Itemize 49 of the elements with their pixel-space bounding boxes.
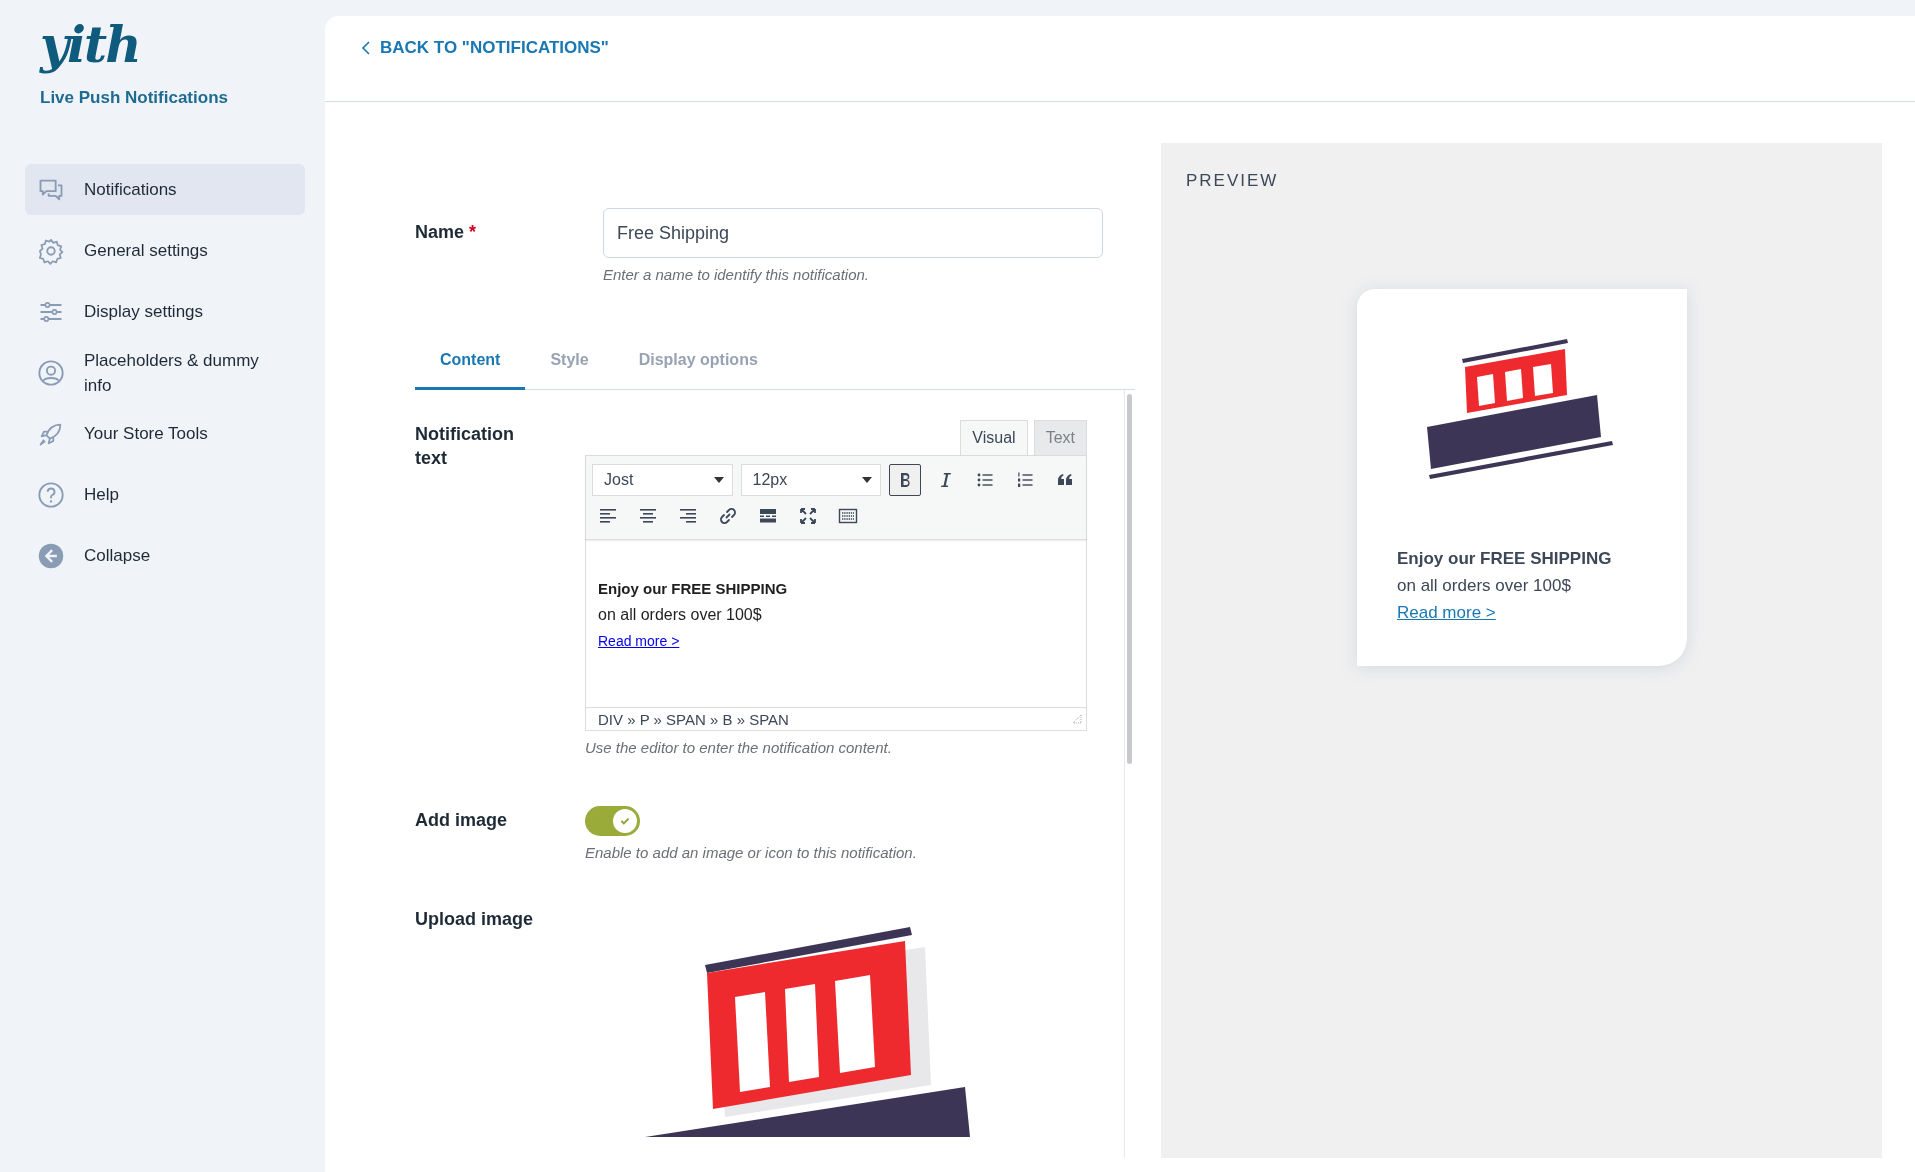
field-label: Add image — [415, 809, 508, 832]
logo: yith — [40, 14, 141, 76]
name-input[interactable]: Free Shipping — [603, 208, 1103, 258]
editor-tab[interactable]: Visual — [960, 420, 1028, 455]
field-hint: Use the editor to enter the notification content. — [585, 739, 893, 756]
chevron-left-icon — [361, 39, 371, 56]
more-icon — [758, 506, 778, 526]
content-heading: Enjoy our FREE SHIPPING — [598, 579, 789, 599]
keyboard-icon — [838, 506, 858, 526]
read-more-link[interactable]: Read more > — [598, 628, 680, 654]
field-label: Name * — [415, 221, 478, 244]
user-icon — [37, 358, 65, 387]
check-icon — [619, 815, 631, 827]
sidebar-item[interactable]: Placeholders & dummy info — [25, 347, 305, 398]
sidebar-item[interactable]: Notifications — [25, 164, 305, 215]
dropdown[interactable]: Jost — [592, 464, 733, 496]
align-center-icon — [638, 506, 658, 526]
link-icon — [718, 506, 738, 526]
sidebar-item[interactable]: Display settings — [25, 286, 305, 337]
content-text: on all orders over 100$ — [1397, 575, 1572, 597]
toggle-switch[interactable] — [585, 806, 640, 836]
preview-title: PREVIEW — [1186, 171, 1280, 191]
plugin-title: Live Push Notifications — [40, 88, 229, 108]
field-label: Upload image — [415, 909, 535, 931]
caret-icon — [862, 477, 872, 483]
content-text: on all orders over 100$ — [598, 605, 763, 625]
sidebar-item[interactable]: Help — [25, 469, 305, 520]
arrow-left-icon — [37, 541, 65, 570]
content-heading: Enjoy our FREE SHIPPING — [1397, 548, 1613, 570]
gear-icon — [37, 236, 65, 265]
help-icon — [37, 480, 65, 509]
dropdown[interactable]: 12px — [740, 464, 881, 496]
fullscreen-icon — [798, 506, 818, 526]
toolbar-button[interactable] — [889, 464, 921, 496]
align-left-icon — [598, 506, 618, 526]
resize-handle-icon[interactable] — [1072, 714, 1082, 724]
field-label: Notification text — [415, 423, 515, 470]
tab[interactable]: Content — [415, 339, 526, 390]
field-hint: Enter a name to identify this notification. — [603, 266, 870, 283]
align-right-icon — [678, 506, 698, 526]
back-link[interactable]: BACK TO "NOTIFICATIONS" — [361, 37, 609, 58]
sidebar-item[interactable]: Collapse — [25, 530, 305, 581]
sidebar-item[interactable]: General settings — [25, 225, 305, 276]
element-path: DIV » P » SPAN » B » SPAN — [598, 710, 789, 728]
caret-icon — [713, 477, 724, 483]
field-hint: Enable to add an image or icon to this notification. — [585, 844, 918, 861]
numbers-icon — [1015, 470, 1035, 490]
sidebar-item[interactable]: Your Store Tools — [25, 408, 305, 459]
read-more-link[interactable]: Read more > — [1397, 599, 1496, 626]
